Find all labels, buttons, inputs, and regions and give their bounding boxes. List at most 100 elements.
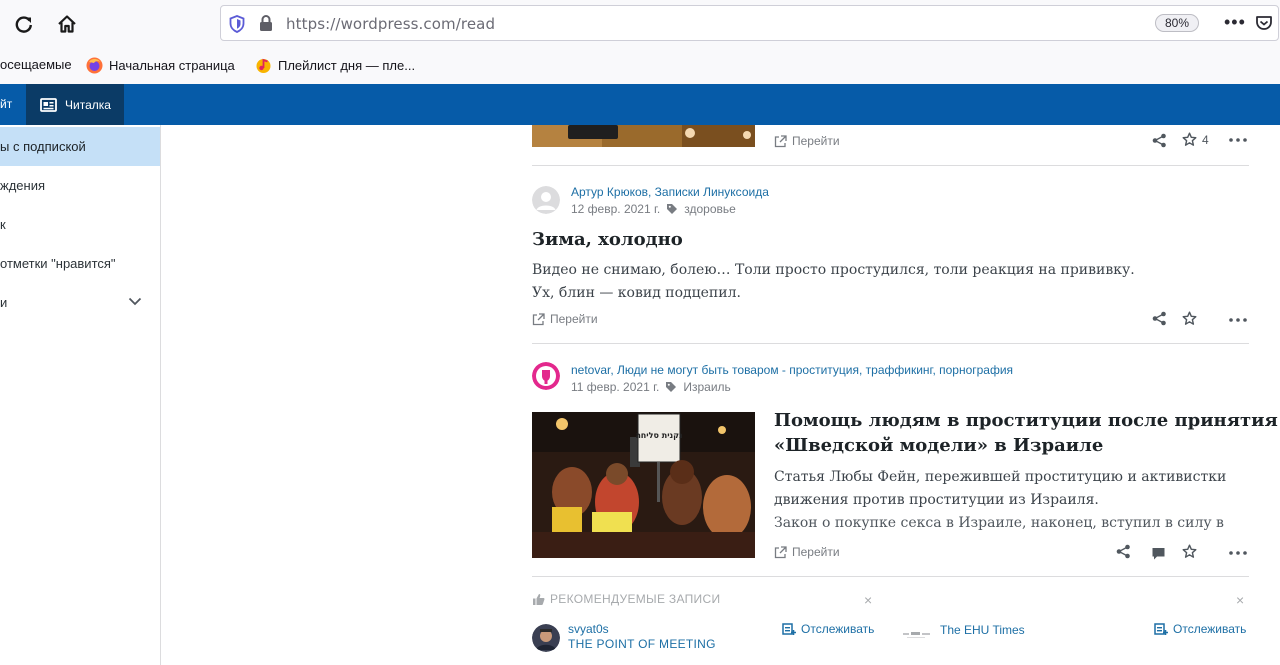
dismiss-recommendation-button[interactable]: × (1236, 592, 1244, 608)
music-icon (256, 58, 271, 73)
sidebar-item-likes[interactable]: отметки "нравится" (0, 244, 160, 283)
ellipsis-icon (1229, 138, 1247, 142)
comment-button[interactable] (1150, 545, 1166, 561)
reader-tab[interactable]: Читалка (26, 84, 124, 125)
recommended-post-title[interactable]: THE POINT OF MEETING (568, 637, 716, 651)
post-title[interactable]: Зима, холодно (532, 227, 683, 252)
share-button[interactable] (1150, 131, 1168, 149)
like-button[interactable] (1182, 311, 1197, 326)
lock-icon[interactable] (259, 14, 273, 32)
post-divider (532, 576, 1249, 577)
like-button[interactable] (1182, 544, 1197, 559)
post-title-line[interactable]: Помощь людям в проституции после приняти… (774, 408, 1278, 433)
recommended-heading: РЕКОМЕНДУЕМЫЕ ЗАПИСИ (532, 592, 720, 606)
follow-button[interactable]: Отслеживать (782, 622, 874, 636)
tracking-protection-icon[interactable] (229, 15, 245, 33)
post-tag[interactable]: здоровье (684, 202, 736, 216)
visit-label: Перейти (550, 312, 598, 326)
post-date[interactable]: 11 февр. 2021 г. (571, 380, 659, 394)
ellipsis-icon (1229, 551, 1247, 555)
post-title-line[interactable]: «Шведской модели» в Израиле (774, 433, 1103, 458)
sidebar-item-label: к (0, 217, 6, 232)
reload-button[interactable] (10, 10, 38, 38)
share-icon (1152, 133, 1166, 147)
sidebar-item-tags[interactable]: и (0, 283, 160, 322)
post-excerpt-line[interactable]: Ух, блин — ковид подцепил. (532, 282, 741, 305)
post-image[interactable]: נקנית סליחה (532, 412, 755, 558)
my-site-link[interactable]: йт (0, 97, 12, 111)
recommended-site-name[interactable]: svyat0s (568, 622, 609, 636)
tag-icon (666, 382, 677, 392)
home-button[interactable] (53, 10, 81, 38)
zoom-level-badge[interactable]: 80% (1155, 14, 1199, 32)
ellipsis-icon (1229, 318, 1247, 322)
star-icon (1182, 544, 1197, 558)
bookmark-label: Плейлист дня — пле... (278, 58, 416, 73)
follow-icon (1154, 623, 1168, 635)
bookmark-playlist[interactable]: Плейлист дня — пле... (255, 57, 415, 74)
author-avatar[interactable] (532, 186, 560, 214)
post-excerpt-line[interactable]: Видео не снимаю, болею… Толи просто прос… (532, 259, 1135, 282)
recommended-avatar[interactable] (532, 624, 560, 652)
post-author-link[interactable]: Артур Крюков, Записки Линуксоида (571, 185, 769, 199)
browser-toolbar: https://wordpress.com/read 80% ••• (0, 0, 1280, 48)
star-icon (1182, 132, 1197, 146)
home-icon (58, 15, 76, 33)
follow-icon (782, 623, 796, 635)
reader-tab-label: Читалка (65, 97, 111, 112)
url-text[interactable]: https://wordpress.com/read (286, 15, 495, 33)
bookmark-most-visited[interactable]: осещаемые (0, 57, 72, 72)
post-author-link[interactable]: netovar, Люди не могут быть товаром - пр… (571, 363, 1013, 377)
pocket-icon[interactable] (1255, 15, 1273, 32)
post-image[interactable] (532, 125, 755, 147)
dismiss-recommendation-button[interactable]: × (864, 592, 872, 608)
post-date[interactable]: 12 февр. 2021 г. (571, 202, 660, 216)
share-icon (1152, 311, 1166, 325)
share-icon (1116, 544, 1130, 558)
page-actions-menu[interactable]: ••• (1224, 12, 1246, 33)
external-link-icon (774, 545, 787, 558)
recommended-heading-text: РЕКОМЕНДУЕМЫЕ ЗАПИСИ (550, 592, 721, 606)
like-count: 4 (1202, 132, 1209, 147)
post-meta: 11 февр. 2021 г. Израиль (571, 380, 731, 394)
post-excerpt-line[interactable]: Статья Любы Фейн, пережившей проституцию… (774, 466, 1226, 489)
wp-masterbar: йт Читалка (0, 84, 1280, 125)
thumbs-up-icon (533, 593, 545, 605)
share-button[interactable] (1150, 309, 1168, 327)
more-actions-button[interactable] (1228, 545, 1248, 561)
chevron-down-icon[interactable] (128, 297, 142, 306)
visit-label: Перейти (792, 134, 840, 148)
bookmarks-toolbar: осещаемые Начальная страница Плейлист дн… (0, 48, 1280, 84)
like-button[interactable]: 4 (1182, 132, 1209, 147)
post-meta: 12 февр. 2021 г. здоровье (571, 202, 736, 216)
site-avatar[interactable] (532, 362, 560, 390)
recommended-site-logo[interactable] (903, 630, 931, 640)
sidebar-item-label: ы с подпиской (0, 139, 86, 154)
sidebar-item-followed-sites[interactable]: ы с подпиской (0, 127, 160, 166)
address-bar[interactable]: https://wordpress.com/read 80% ••• (220, 5, 1279, 41)
external-link-icon (774, 134, 787, 147)
follow-label: Отслеживать (801, 622, 875, 636)
tag-icon (667, 204, 678, 214)
visit-link[interactable]: Перейти (774, 545, 840, 559)
bookmark-label: осещаемые (0, 57, 72, 72)
post-excerpt-line[interactable]: Закон о покупке секса в Израиле, наконец… (774, 512, 1224, 535)
more-actions-button[interactable] (1228, 132, 1248, 148)
visit-link[interactable]: Перейти (774, 134, 840, 148)
post-excerpt-line[interactable]: движения против проституции из Израиля. (774, 489, 1099, 512)
post-tag[interactable]: Израиль (683, 380, 730, 394)
share-button[interactable] (1114, 542, 1132, 560)
more-actions-button[interactable] (1228, 312, 1248, 328)
recommended-site-name[interactable]: The EHU Times (940, 623, 1025, 637)
sidebar-item-label: отметки "нравится" (0, 256, 116, 271)
sidebar-item-conversations[interactable]: ждения (0, 166, 160, 205)
visit-label: Перейти (792, 545, 840, 559)
protest-sign-text: נקנית סליחה (635, 431, 682, 440)
sidebar-item-search[interactable]: к (0, 205, 160, 244)
bookmark-start-page[interactable]: Начальная страница (86, 57, 235, 74)
firefox-icon (86, 57, 103, 74)
star-icon (1182, 311, 1197, 325)
follow-button[interactable]: Отслеживать (1154, 622, 1246, 636)
reload-icon (15, 16, 32, 33)
visit-link[interactable]: Перейти (532, 312, 598, 326)
